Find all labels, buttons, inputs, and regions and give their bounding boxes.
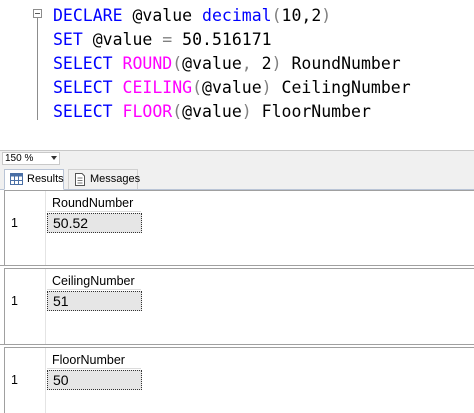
- paren-close: ): [271, 54, 282, 73]
- code-line-5: SELECT FLOOR(@value) FloorNumber: [53, 100, 371, 124]
- paren-close: ): [261, 78, 272, 97]
- code-line-2: SET @value = 50.516171: [53, 28, 272, 52]
- column-header[interactable]: RoundNumber: [47, 195, 141, 212]
- keyword-select: SELECT: [53, 102, 113, 121]
- grid-divider: [0, 344, 474, 345]
- variable-text: @value: [182, 54, 242, 73]
- column-header[interactable]: FloorNumber: [47, 352, 141, 369]
- paren-open: (: [192, 78, 203, 97]
- result-grid-floor[interactable]: FloorNumber 1 50: [4, 347, 474, 413]
- variable-text: @value: [202, 78, 262, 97]
- variable-text: @value: [82, 30, 163, 49]
- document-icon: [75, 173, 85, 186]
- result-cell[interactable]: 50: [47, 370, 142, 390]
- literal-value: 2: [251, 54, 272, 73]
- row-number[interactable]: 1: [11, 371, 18, 389]
- function-round: ROUND: [122, 54, 173, 73]
- type-decimal: decimal: [202, 6, 272, 25]
- paren-close: ): [321, 6, 332, 25]
- tab-messages-label: Messages: [90, 173, 141, 185]
- type-args: 10,2: [281, 6, 322, 25]
- collapse-minus-icon[interactable]: [33, 9, 42, 18]
- zoom-bar: 150 %: [0, 150, 474, 166]
- row-header-divider: [45, 348, 46, 413]
- query-editor[interactable]: DECLARE @value decimal(10,2) SET @value …: [0, 0, 474, 150]
- row-header-divider: [45, 269, 46, 345]
- result-cell[interactable]: 50.52: [47, 213, 142, 233]
- keyword-set: SET: [53, 30, 83, 49]
- result-grid-round[interactable]: RoundNumber 1 50.52: [4, 190, 474, 266]
- tab-results-label: Results: [27, 173, 64, 185]
- column-alias: FloorNumber: [251, 102, 371, 121]
- ssms-query-window: DECLARE @value decimal(10,2) SET @value …: [0, 0, 474, 413]
- grid-divider: [0, 265, 474, 266]
- variable-text: @value: [122, 6, 203, 25]
- zoom-dropdown[interactable]: 150 %: [2, 152, 60, 165]
- result-grid-ceiling[interactable]: CeilingNumber 1 51: [4, 268, 474, 345]
- variable-text: @value: [182, 102, 242, 121]
- function-ceiling: CEILING: [122, 78, 193, 97]
- grid-icon: [10, 173, 23, 185]
- zoom-value: 150 %: [5, 153, 34, 164]
- literal-value: 50.516171: [172, 30, 272, 49]
- result-cell[interactable]: 51: [47, 291, 142, 311]
- paren-open: (: [172, 54, 183, 73]
- row-number[interactable]: 1: [11, 292, 18, 310]
- function-floor: FLOOR: [122, 102, 173, 121]
- column-alias: RoundNumber: [281, 54, 401, 73]
- keyword-declare: DECLARE: [53, 6, 123, 25]
- keyword-select: SELECT: [53, 78, 113, 97]
- operator-equals: =: [162, 30, 173, 49]
- outline-guide: [37, 18, 38, 120]
- paren-open: (: [172, 102, 183, 121]
- column-alias: CeilingNumber: [271, 78, 411, 97]
- comma: ,: [241, 54, 252, 73]
- tab-messages[interactable]: Messages: [68, 169, 141, 189]
- row-header-divider: [45, 191, 46, 266]
- code-line-1: DECLARE @value decimal(10,2): [53, 4, 331, 28]
- row-number[interactable]: 1: [11, 214, 18, 232]
- paren-close: ): [241, 102, 252, 121]
- code-line-4: SELECT CEILING(@value) CeilingNumber: [53, 76, 411, 100]
- paren-open: (: [271, 6, 282, 25]
- column-header[interactable]: CeilingNumber: [47, 273, 141, 290]
- editor-gutter: [0, 0, 30, 150]
- results-tabstrip: Results Messages: [0, 166, 474, 190]
- tab-results[interactable]: Results: [4, 169, 64, 190]
- code-line-3: SELECT ROUND(@value, 2) RoundNumber: [53, 52, 401, 76]
- chevron-down-icon[interactable]: [51, 156, 57, 160]
- keyword-select: SELECT: [53, 54, 113, 73]
